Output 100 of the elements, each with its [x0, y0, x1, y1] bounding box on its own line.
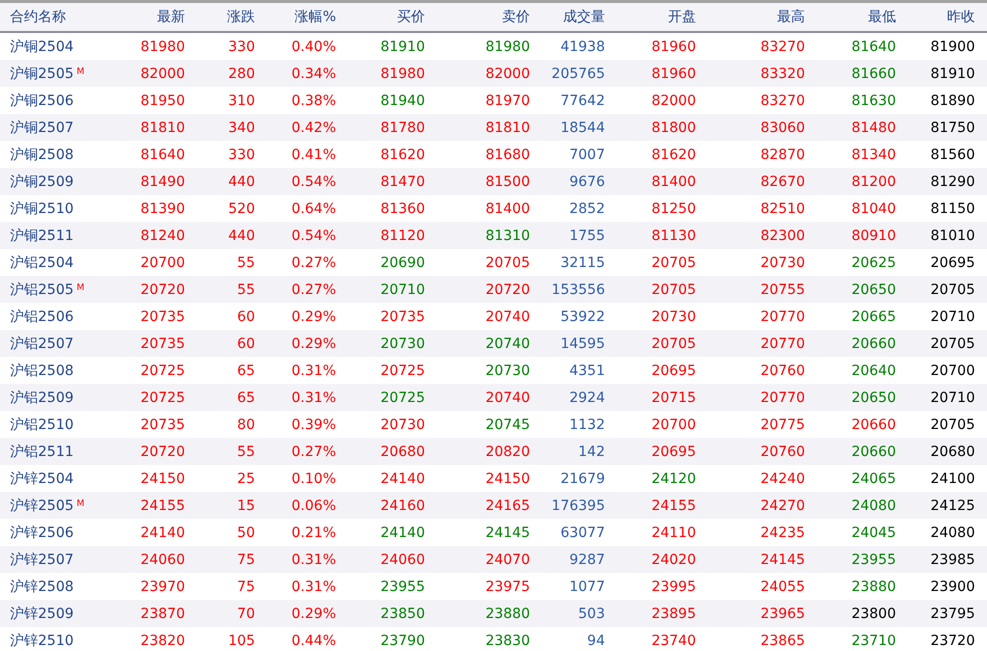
table-cell-text: 24155: [139, 498, 185, 514]
column-header[interactable]: 买价: [336, 8, 425, 26]
table-cell-text: 0.10%: [290, 470, 336, 486]
contract-name: 沪铜2508: [10, 146, 74, 164]
table-cell-text: 20730: [759, 254, 805, 270]
table-cell-text: 24150: [139, 470, 185, 486]
table-cell-text: 23865: [759, 632, 805, 648]
table-cell-text: 20705: [929, 336, 975, 352]
table-cell-text: 81960: [650, 38, 696, 54]
table-cell-text: 0.29%: [290, 336, 336, 352]
table-cell-text: 23970: [139, 578, 185, 594]
table-cell-text: 20710: [929, 390, 975, 406]
table-cell-text: 24100: [929, 470, 975, 486]
column-header[interactable]: 涨跌: [185, 8, 255, 26]
table-cell-text: 142: [577, 444, 605, 460]
table-cell-text: 20690: [379, 254, 425, 270]
table-cell-text: 0.40%: [290, 38, 336, 54]
table-cell-text: 24155: [650, 498, 696, 514]
main-contract-label: M: [76, 284, 84, 293]
table-cell-text: 2852: [568, 200, 605, 216]
table-cell-text: 330: [227, 146, 255, 162]
table-cell-text: 81910: [929, 66, 975, 82]
table-cell-text: 0.29%: [290, 308, 336, 324]
table-cell-text: 60: [236, 336, 255, 352]
table-cell-text: 81290: [929, 174, 975, 190]
table-cell-text: 23880: [850, 578, 896, 594]
table-cell-text: 18544: [559, 120, 605, 136]
table-cell-text: 20705: [650, 254, 696, 270]
table-cell-text: 1755: [568, 228, 605, 244]
table-cell-text: 20710: [379, 282, 425, 298]
column-header[interactable]: 昨收: [896, 8, 975, 26]
table-cell-text: 20775: [759, 416, 805, 432]
table-cell-text: 24060: [139, 552, 185, 568]
table-cell-text: 20660: [850, 336, 896, 352]
table-cell-text: 24060: [379, 552, 425, 568]
table-cell-text: 81500: [484, 174, 530, 190]
column-header[interactable]: 涨幅%: [255, 8, 336, 26]
table-cell-text: 24055: [759, 578, 805, 594]
contract-name: 沪铝2508: [10, 362, 74, 380]
table-cell-text: 81040: [850, 200, 896, 216]
table-cell-text: 20735: [379, 308, 425, 324]
table-cell-text: 75: [236, 552, 255, 568]
column-header[interactable]: 最低: [805, 8, 896, 26]
table-cell-text: 50: [236, 524, 255, 540]
table-cell-text: 82000: [139, 66, 185, 82]
table-cell-text: 77642: [559, 92, 605, 108]
column-header[interactable]: 成交量: [530, 8, 605, 26]
table-cell-text: 20735: [139, 308, 185, 324]
table-cell-text: 80: [236, 416, 255, 432]
table-cell-text: 23985: [929, 552, 975, 568]
table-cell-text: 20700: [650, 416, 696, 432]
table-cell-text: 20695: [650, 444, 696, 460]
table-cell-text: 20715: [650, 390, 696, 406]
table-cell-text: 81940: [379, 92, 425, 108]
table-cell-text: 23880: [484, 606, 530, 622]
column-header[interactable]: 开盘: [605, 8, 696, 26]
table-cell-text: 81400: [650, 174, 696, 190]
table-cell-text: 0.64%: [290, 200, 336, 216]
table-cell-text: 55: [236, 254, 255, 270]
column-header[interactable]: 卖价: [425, 8, 530, 26]
table-cell-text: 21679: [559, 470, 605, 486]
table-cell-text: 82670: [759, 174, 805, 190]
table-cell-text: 53922: [559, 308, 605, 324]
table-cell-text: 81660: [850, 66, 896, 82]
table-cell-text: 81560: [929, 146, 975, 162]
table-cell-text: 20710: [929, 308, 975, 324]
table-cell-text: 20705: [484, 254, 530, 270]
table-cell-text: 23995: [650, 578, 696, 594]
table-cell-text: 9676: [568, 174, 605, 190]
table-cell-text: 82000: [650, 92, 696, 108]
table-cell-text: 82870: [759, 146, 805, 162]
table-cell-text: 81980: [484, 38, 530, 54]
table-cell-text: 23740: [650, 632, 696, 648]
table-cell-text: 81810: [139, 120, 185, 136]
table-cell-text: 81910: [379, 38, 425, 54]
table-cell-text: 55: [236, 444, 255, 460]
table-cell-text: 83270: [759, 92, 805, 108]
table-cell-text: 440: [227, 174, 255, 190]
table-cell-text: 81490: [139, 174, 185, 190]
table-cell-text: 20650: [850, 390, 896, 406]
table-cell-text: 0.34%: [290, 66, 336, 82]
contract-name: 沪铝2505: [10, 280, 74, 298]
table-cell-text: 24065: [850, 470, 896, 486]
table-cell-text: 24140: [379, 524, 425, 540]
table-cell-text: 20740: [484, 390, 530, 406]
table-cell-text: 81480: [850, 120, 896, 136]
column-header[interactable]: 合约名称: [0, 8, 120, 26]
table-cell-text: 20720: [484, 282, 530, 298]
table-cell-text: 20820: [484, 444, 530, 460]
contract-name: 沪锌2509: [10, 604, 74, 622]
table-cell-text: 0.29%: [290, 606, 336, 622]
table-cell-text: 20730: [379, 416, 425, 432]
table-cell-text: 20665: [850, 308, 896, 324]
table-cell-text: 14595: [559, 336, 605, 352]
table-cell-text: 24240: [759, 470, 805, 486]
table-cell-text: 153556: [550, 282, 605, 298]
table-cell-text: 41938: [559, 38, 605, 54]
column-header[interactable]: 最高: [696, 8, 805, 26]
table-cell-text: 20660: [850, 444, 896, 460]
column-header[interactable]: 最新: [120, 8, 185, 26]
